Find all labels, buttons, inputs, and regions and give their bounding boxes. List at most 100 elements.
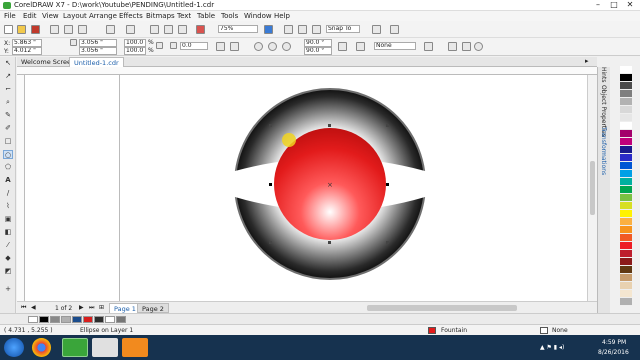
- palette-swatch[interactable]: [620, 242, 632, 250]
- palette-swatch[interactable]: [620, 130, 632, 138]
- tray-icons[interactable]: ▲ ⚑ ▮ ◂): [540, 344, 564, 351]
- menu-file[interactable]: File: [4, 12, 16, 20]
- zoom-level-select[interactable]: 75%: [218, 25, 258, 33]
- menu-arrange[interactable]: Arrange: [89, 12, 117, 20]
- lock-ratio-icon[interactable]: [156, 42, 163, 49]
- drawing-canvas[interactable]: ×: [25, 75, 587, 301]
- wrap-text-icon[interactable]: [424, 42, 433, 51]
- add-page-icon[interactable]: ⊞: [99, 304, 104, 311]
- application-launcher-icon[interactable]: [390, 25, 399, 34]
- menu-effects[interactable]: Effects: [119, 12, 143, 20]
- width-field[interactable]: 3.056 ": [79, 39, 117, 47]
- to-back-icon[interactable]: [462, 42, 471, 51]
- palette-swatch[interactable]: [620, 114, 632, 122]
- connector-tool-icon[interactable]: ⌇: [3, 202, 13, 211]
- options-icon[interactable]: [372, 25, 381, 34]
- cut-icon[interactable]: [50, 25, 59, 34]
- color-eyedropper-tool-icon[interactable]: ⁄: [3, 241, 13, 250]
- palette-swatch[interactable]: [620, 154, 632, 162]
- maximize-button[interactable]: □: [606, 0, 622, 10]
- tab-untitled-1[interactable]: Untitled-1.cdr: [69, 57, 124, 67]
- scale-height-field[interactable]: 100.0: [124, 47, 146, 55]
- export-icon[interactable]: [178, 25, 187, 34]
- paste-icon[interactable]: [78, 25, 87, 34]
- x-position-field[interactable]: 5.863 ": [12, 39, 42, 47]
- paint-taskbar-icon[interactable]: [92, 338, 118, 357]
- palette-swatch[interactable]: [620, 210, 632, 218]
- shape-tool-icon[interactable]: ↗: [3, 72, 13, 81]
- palette-swatch[interactable]: [620, 178, 632, 186]
- palette-swatch[interactable]: [620, 258, 632, 266]
- document-palette-swatch[interactable]: [94, 316, 104, 323]
- menu-window[interactable]: Window: [244, 12, 272, 20]
- menu-bitmaps[interactable]: Bitmaps: [146, 12, 175, 20]
- crop-tool-icon[interactable]: ⌐: [3, 85, 13, 94]
- palette-swatch[interactable]: [620, 106, 632, 114]
- menu-table[interactable]: Table: [197, 12, 215, 20]
- to-front-icon[interactable]: [448, 42, 457, 51]
- outline-indicator-icon[interactable]: [540, 327, 548, 334]
- outline-pen-icon[interactable]: [474, 42, 483, 51]
- palette-swatch[interactable]: [620, 122, 632, 130]
- text-tool-icon[interactable]: A: [3, 176, 13, 185]
- palette-swatch[interactable]: [620, 162, 632, 170]
- vertical-ruler[interactable]: [17, 75, 25, 301]
- parallel-dimension-tool-icon[interactable]: /: [3, 189, 13, 198]
- guidelines-icon[interactable]: [312, 25, 321, 34]
- document-palette-swatch[interactable]: [39, 316, 49, 323]
- menu-tools[interactable]: Tools: [221, 12, 238, 20]
- palette-swatch[interactable]: [620, 234, 632, 242]
- transparency-tool-icon[interactable]: ◧: [3, 228, 13, 237]
- add-tool-icon[interactable]: +: [3, 285, 13, 294]
- tab-scroll-icon[interactable]: ▸: [585, 57, 589, 65]
- close-button[interactable]: ✕: [622, 0, 638, 10]
- palette-swatch[interactable]: [620, 298, 632, 306]
- interactive-fill-tool-icon[interactable]: ◆: [3, 254, 13, 263]
- zoom-tool-icon[interactable]: ⌕: [3, 98, 13, 107]
- full-screen-icon[interactable]: [264, 25, 273, 34]
- palette-swatch[interactable]: [620, 282, 632, 290]
- drop-shadow-tool-icon[interactable]: ▣: [3, 215, 13, 224]
- ellipse-tool-icon[interactable]: ○: [3, 150, 13, 159]
- media-taskbar-icon[interactable]: [122, 338, 148, 357]
- convert-to-curves-icon[interactable]: [356, 42, 365, 51]
- tab-page-2[interactable]: Page 2: [137, 303, 169, 313]
- menu-help[interactable]: Help: [274, 12, 290, 20]
- pie-mode-icon[interactable]: [268, 42, 277, 51]
- document-palette-swatch[interactable]: [105, 316, 115, 323]
- document-palette-swatch[interactable]: [28, 316, 38, 323]
- vertical-scrollbar[interactable]: [587, 75, 597, 301]
- horizontal-ruler[interactable]: [17, 67, 597, 75]
- open-icon[interactable]: [17, 25, 26, 34]
- mirror-vertical-icon[interactable]: [230, 42, 239, 51]
- menu-text[interactable]: Text: [177, 12, 191, 20]
- palette-swatch[interactable]: [620, 218, 632, 226]
- snap-to-select[interactable]: Snap To: [326, 25, 360, 33]
- document-palette-swatch[interactable]: [83, 316, 93, 323]
- horizontal-scrollbar[interactable]: [367, 305, 517, 311]
- start-button[interactable]: [4, 338, 24, 357]
- palette-swatch[interactable]: [620, 250, 632, 258]
- arc-mode-icon[interactable]: [282, 42, 291, 51]
- pick-tool-icon[interactable]: ↖: [3, 59, 13, 68]
- palette-swatch[interactable]: [620, 274, 632, 282]
- document-palette-swatch[interactable]: [61, 316, 71, 323]
- palette-swatch[interactable]: [620, 146, 632, 154]
- grid-icon[interactable]: [298, 25, 307, 34]
- scroll-thumb[interactable]: [590, 161, 595, 215]
- import-icon[interactable]: [164, 25, 173, 34]
- outline-width-select[interactable]: None: [374, 42, 416, 50]
- rotation-field[interactable]: 0.0: [180, 42, 208, 50]
- palette-swatch[interactable]: [620, 226, 632, 234]
- palette-swatch[interactable]: [620, 138, 632, 146]
- save-icon[interactable]: [31, 25, 40, 34]
- smart-fill-tool-icon[interactable]: ◩: [3, 267, 13, 276]
- direction-icon[interactable]: [338, 42, 347, 51]
- next-page-icon[interactable]: ▶: [79, 304, 84, 311]
- polygon-tool-icon[interactable]: ⬠: [3, 163, 13, 172]
- palette-swatch[interactable]: [620, 90, 632, 98]
- search-content-icon[interactable]: [150, 25, 159, 34]
- palette-swatch[interactable]: [620, 170, 632, 178]
- end-angle-field[interactable]: 90.0 °: [304, 47, 332, 55]
- freehand-tool-icon[interactable]: ✎: [3, 111, 13, 120]
